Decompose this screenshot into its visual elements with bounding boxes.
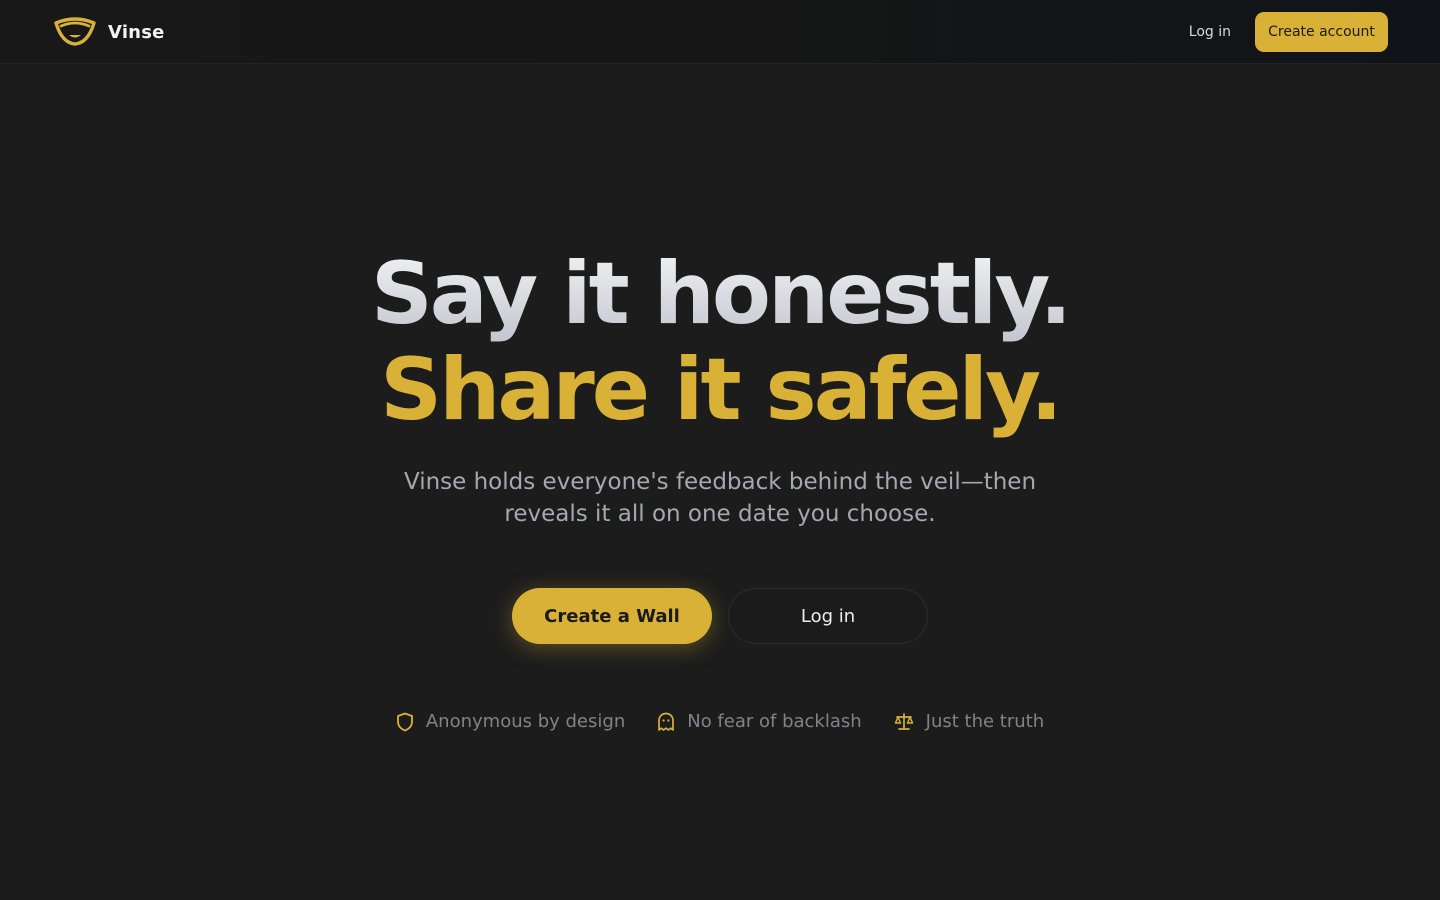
feature-label: Just the truth bbox=[925, 711, 1045, 732]
feature-list: Anonymous by design No fear of backlash … bbox=[0, 708, 1440, 736]
hero-section: Say it honestly. Share it safely. Vinse … bbox=[0, 246, 1440, 530]
login-button[interactable]: Log in bbox=[728, 588, 928, 644]
feature-item-anonymous: Anonymous by design bbox=[396, 708, 625, 736]
feature-item-truth: Just the truth bbox=[894, 708, 1044, 736]
nav-login-link[interactable]: Log in bbox=[1189, 22, 1231, 42]
feature-label: No fear of backlash bbox=[687, 711, 862, 732]
shield-icon bbox=[396, 712, 426, 732]
feature-item-no-backlash: No fear of backlash bbox=[657, 708, 862, 736]
create-account-button[interactable]: Create account bbox=[1255, 12, 1388, 52]
cta-row: Create a Wall Log in bbox=[0, 588, 1440, 644]
top-navbar: Vinse Log in Create account bbox=[0, 0, 1440, 64]
mask-icon bbox=[53, 17, 97, 47]
brand-name: Vinse bbox=[108, 21, 165, 43]
headline-line-1: Say it honestly. bbox=[370, 244, 1072, 344]
brand-home-link[interactable]: Vinse bbox=[53, 15, 165, 49]
scale-icon bbox=[894, 712, 926, 732]
ghost-icon bbox=[657, 712, 687, 732]
create-wall-button[interactable]: Create a Wall bbox=[512, 588, 712, 644]
hero-subtitle: Vinse holds everyone's feedback behind t… bbox=[403, 469, 1037, 527]
headline-line-2: Share it safely. bbox=[380, 340, 1063, 440]
feature-label: Anonymous by design bbox=[425, 711, 626, 732]
